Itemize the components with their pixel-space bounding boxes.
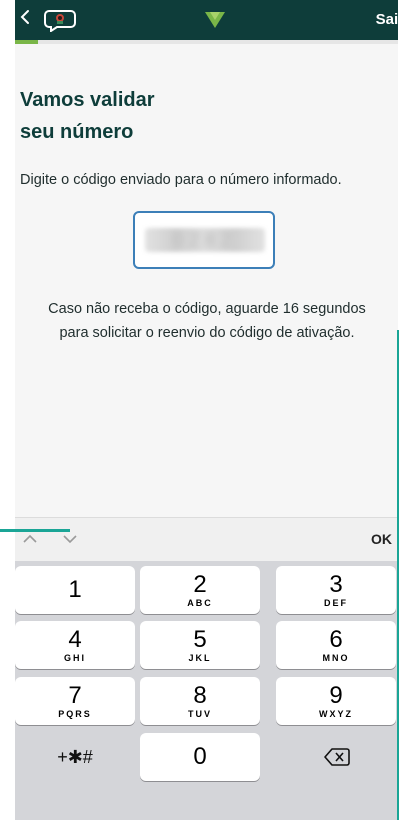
resend-info-line-2: para solicitar o reenvio do código de at… bbox=[59, 325, 355, 341]
resend-info-text: Caso não receba o código, aguarde 16 seg… bbox=[23, 297, 391, 345]
key-letters: JKL bbox=[188, 653, 212, 663]
key-letters: DEF bbox=[324, 598, 348, 608]
key-digit: 8 bbox=[193, 682, 207, 709]
page-title-line-1: Vamos validar bbox=[20, 89, 155, 111]
page-title-line-2: seu número bbox=[20, 121, 134, 143]
resend-info-line-1: Caso não receba o código, aguarde 16 seg… bbox=[48, 301, 366, 317]
chevron-up-icon bbox=[23, 534, 37, 543]
key-digit: 7 bbox=[68, 682, 82, 709]
instruction-text: Digite o código enviado para o número in… bbox=[20, 172, 342, 188]
code-value-blurred: 0282 bbox=[145, 228, 265, 252]
key-letters: PQRS bbox=[58, 709, 92, 719]
key-7[interactable]: 7 PQRS bbox=[15, 677, 135, 725]
key-delete[interactable] bbox=[276, 733, 396, 781]
brand-logo bbox=[204, 11, 226, 29]
key-5[interactable]: 5 JKL bbox=[140, 621, 260, 669]
key-letters: WXYZ bbox=[319, 709, 353, 719]
progress-bar bbox=[15, 40, 398, 44]
chat-button[interactable] bbox=[43, 8, 77, 33]
phone-screen: Sair Vamos validar seu número Digite o c… bbox=[15, 0, 398, 820]
brand-v-logo-icon bbox=[205, 12, 225, 28]
chevron-down-icon bbox=[63, 535, 77, 544]
key-digit: 4 bbox=[68, 626, 82, 653]
key-digit: 0 bbox=[193, 743, 207, 770]
key-symbols-label: +✱# bbox=[57, 747, 93, 767]
code-value: 0282 bbox=[172, 230, 238, 250]
app-header: Sair bbox=[15, 0, 398, 40]
key-digit: 6 bbox=[329, 626, 343, 653]
key-letters: TUV bbox=[188, 709, 212, 719]
key-letters: MNO bbox=[322, 653, 350, 663]
key-2[interactable]: 2 ABC bbox=[140, 566, 260, 614]
exit-button[interactable]: Sair bbox=[376, 11, 398, 29]
back-button[interactable] bbox=[19, 9, 35, 27]
keyboard-ok-button[interactable]: OK bbox=[371, 530, 392, 548]
key-6[interactable]: 6 MNO bbox=[276, 621, 396, 669]
key-0[interactable]: 0 bbox=[140, 733, 260, 781]
key-digit: 9 bbox=[329, 682, 343, 709]
decorative-teal-marker bbox=[0, 529, 70, 532]
key-1[interactable]: 1 bbox=[15, 566, 135, 614]
key-letters: ABC bbox=[187, 598, 213, 608]
verification-code-input[interactable]: 0282 bbox=[133, 211, 275, 269]
keyboard-toolbar: OK bbox=[15, 517, 398, 562]
key-symbols[interactable]: +✱# bbox=[15, 733, 135, 781]
key-digit: 3 bbox=[329, 571, 343, 598]
key-digit: 2 bbox=[193, 571, 207, 598]
numeric-keypad: 1 2 ABC 3 DEF 4 GHI 5 JKL 6 MNO 7 PQRS 8… bbox=[15, 561, 398, 820]
key-8[interactable]: 8 TUV bbox=[140, 677, 260, 725]
progress-bar-fill bbox=[15, 40, 38, 44]
backspace-icon bbox=[324, 748, 350, 766]
page-title: Vamos validar seu número bbox=[20, 84, 320, 148]
key-letters: GHI bbox=[63, 653, 86, 663]
key-3[interactable]: 3 DEF bbox=[276, 566, 396, 614]
key-digit: 1 bbox=[68, 576, 82, 603]
key-digit: 5 bbox=[193, 626, 207, 653]
previous-field-button[interactable] bbox=[21, 530, 39, 548]
key-4[interactable]: 4 GHI bbox=[15, 621, 135, 669]
chat-bubble-icon bbox=[44, 10, 76, 33]
chevron-left-icon bbox=[20, 10, 29, 24]
key-9[interactable]: 9 WXYZ bbox=[276, 677, 396, 725]
next-field-button[interactable] bbox=[61, 530, 79, 548]
